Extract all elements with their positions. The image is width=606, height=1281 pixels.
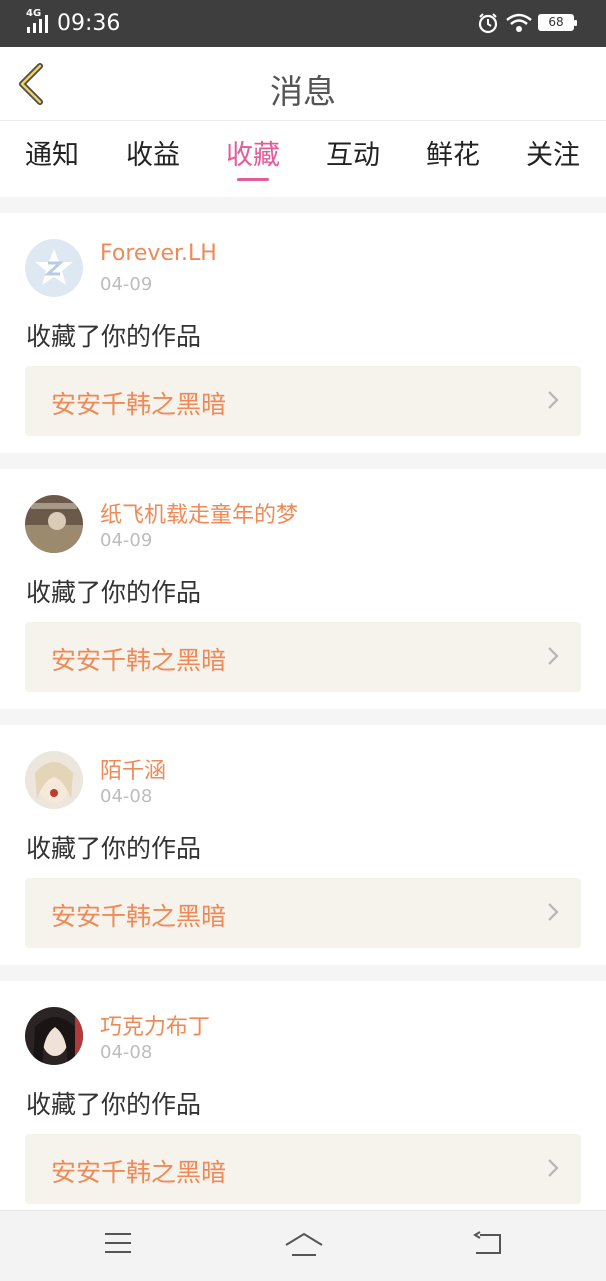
message-date: 04-09 — [100, 530, 153, 551]
message-date: 04-08 — [100, 1042, 153, 1063]
status-time: 09:36 — [57, 11, 121, 36]
tab-follows[interactable]: 关注 — [513, 133, 593, 172]
tab-flowers[interactable]: 鲜花 — [413, 133, 493, 172]
chevron-right-icon — [548, 647, 559, 665]
tab-label: 关注 — [526, 140, 580, 171]
message-date: 04-09 — [100, 274, 153, 295]
qzone-default-avatar-icon — [25, 239, 83, 297]
message-date: 04-08 — [100, 786, 153, 807]
tab-favorites[interactable]: 收藏 — [213, 133, 293, 181]
tab-label: 互动 — [326, 140, 380, 171]
user-photo-icon — [25, 751, 83, 809]
user-photo-icon — [25, 495, 83, 553]
chevron-right-icon — [548, 1159, 559, 1177]
system-nav-bar — [0, 1210, 606, 1281]
alarm-icon — [478, 13, 498, 34]
title-bar: 消息 — [0, 47, 606, 121]
page-title: 消息 — [270, 72, 336, 111]
message-card: 纸飞机载走童年的梦 04-09 收藏了你的作品 安安千韩之黑暗 — [0, 469, 606, 709]
status-bar: 4G 09:36 68 — [0, 0, 606, 47]
user-name[interactable]: Forever.LH — [100, 241, 217, 266]
home-icon[interactable] — [284, 1231, 324, 1259]
work-title: 安安千韩之黑暗 — [51, 1158, 227, 1187]
tab-interactions[interactable]: 互动 — [313, 133, 393, 172]
work-title: 安安千韩之黑暗 — [51, 902, 227, 931]
work-title: 安安千韩之黑暗 — [51, 646, 227, 675]
work-link[interactable]: 安安千韩之黑暗 — [25, 366, 581, 436]
work-link[interactable]: 安安千韩之黑暗 — [25, 1134, 581, 1204]
message-text: 收藏了你的作品 — [26, 322, 202, 351]
work-link[interactable]: 安安千韩之黑暗 — [25, 878, 581, 948]
message-text: 收藏了你的作品 — [26, 578, 202, 607]
tab-bar: 通知 收益 收藏 互动 鲜花 关注 — [0, 121, 606, 197]
chevron-right-icon — [548, 903, 559, 921]
avatar[interactable] — [25, 1007, 83, 1065]
wifi-icon — [506, 13, 532, 32]
message-text: 收藏了你的作品 — [26, 834, 202, 863]
active-tab-indicator — [237, 178, 269, 181]
tab-label: 通知 — [25, 140, 79, 171]
tab-label: 收藏 — [226, 140, 280, 171]
user-name[interactable]: 巧克力布丁 — [100, 1009, 210, 1041]
back-icon[interactable] — [472, 1231, 504, 1257]
tab-label: 鲜花 — [426, 140, 480, 171]
message-text: 收藏了你的作品 — [26, 1090, 202, 1119]
message-card: 巧克力布丁 04-08 收藏了你的作品 安安千韩之黑暗 — [0, 981, 606, 1210]
tab-notifications[interactable]: 通知 — [12, 133, 92, 172]
work-link[interactable]: 安安千韩之黑暗 — [25, 622, 581, 692]
avatar[interactable] — [25, 751, 83, 809]
tab-label: 收益 — [126, 140, 180, 171]
battery-indicator: 68 — [538, 14, 577, 31]
work-title: 安安千韩之黑暗 — [51, 390, 227, 419]
chevron-right-icon — [548, 391, 559, 409]
signal-icon — [27, 15, 48, 33]
message-card: 陌千涵 04-08 收藏了你的作品 安安千韩之黑暗 — [0, 725, 606, 965]
user-photo-icon — [25, 1007, 83, 1065]
tab-earnings[interactable]: 收益 — [113, 133, 193, 172]
user-name[interactable]: 陌千涵 — [100, 753, 166, 785]
user-name[interactable]: 纸飞机载走童年的梦 — [100, 497, 298, 529]
menu-icon[interactable] — [103, 1231, 133, 1255]
message-card: Forever.LH 04-09 收藏了你的作品 安安千韩之黑暗 — [0, 213, 606, 453]
avatar[interactable] — [25, 495, 83, 553]
avatar[interactable] — [25, 239, 83, 297]
